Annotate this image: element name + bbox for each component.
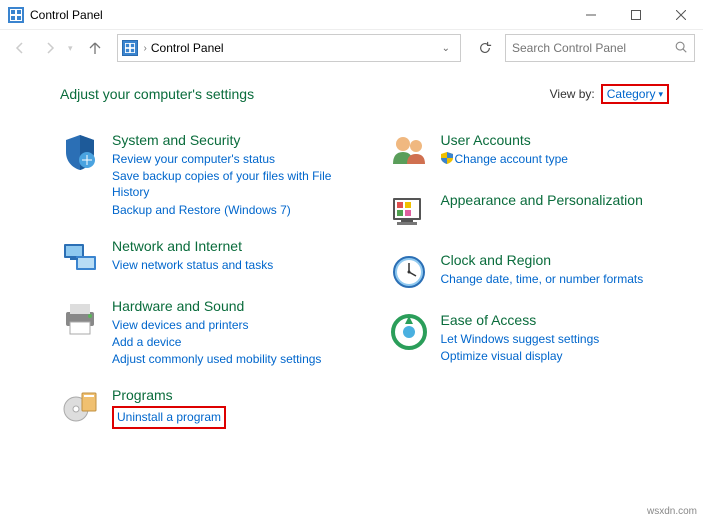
category-title[interactable]: Network and Internet [112, 238, 273, 254]
category-hardware-sound: Hardware and Sound View devices and prin… [60, 298, 353, 368]
category-link[interactable]: Change account type [441, 151, 568, 168]
category-title[interactable]: Appearance and Personalization [441, 192, 643, 208]
category-title[interactable]: Hardware and Sound [112, 298, 321, 314]
category-title[interactable]: Ease of Access [441, 312, 600, 328]
uninstall-highlight: Uninstall a program [112, 406, 226, 428]
content-header: Adjust your computer's settings View by:… [60, 84, 681, 104]
category-link[interactable]: View network status and tasks [112, 257, 273, 273]
category-link[interactable]: Add a device [112, 334, 321, 350]
search-icon[interactable] [674, 40, 688, 57]
clock-icon [389, 252, 429, 292]
close-button[interactable] [658, 0, 703, 30]
up-button[interactable] [83, 36, 107, 60]
category-programs: Programs Uninstall a program [60, 387, 353, 428]
title-bar: Control Panel [0, 0, 703, 30]
category-title[interactable]: Programs [112, 387, 226, 403]
window-title: Control Panel [30, 8, 568, 22]
address-dropdown-icon[interactable]: ⌄ [436, 43, 456, 54]
navigation-bar: ▾ › Control Panel ⌄ [0, 30, 703, 66]
view-by-control: View by: Category ▾ [550, 84, 669, 104]
category-network-internet: Network and Internet View network status… [60, 238, 353, 278]
refresh-button[interactable] [471, 34, 499, 62]
category-link[interactable]: Optimize visual display [441, 348, 600, 364]
category-appearance: Appearance and Personalization [389, 192, 682, 232]
forward-button[interactable] [38, 36, 62, 60]
breadcrumb-item[interactable]: Control Panel [151, 41, 224, 55]
category-clock-region: Clock and Region Change date, time, or n… [389, 252, 682, 292]
content-area: Adjust your computer's settings View by:… [0, 66, 703, 439]
view-by-label: View by: [550, 87, 595, 101]
uac-shield-icon [441, 152, 453, 168]
control-panel-icon [8, 7, 24, 23]
category-user-accounts: User Accounts Change account type [389, 132, 682, 172]
category-link[interactable]: Let Windows suggest settings [441, 331, 600, 347]
maximize-button[interactable] [613, 0, 658, 30]
uninstall-program-link[interactable]: Uninstall a program [117, 410, 221, 424]
appearance-icon [389, 192, 429, 232]
chevron-down-icon: ▾ [658, 89, 663, 100]
category-link[interactable]: Backup and Restore (Windows 7) [112, 202, 353, 218]
view-by-value: Category [607, 87, 656, 101]
minimize-button[interactable] [568, 0, 613, 30]
category-link[interactable]: Save backup copies of your files with Fi… [112, 168, 353, 200]
watermark: wsxdn.com [647, 506, 697, 517]
category-ease-of-access: Ease of Access Let Windows suggest setti… [389, 312, 682, 364]
address-bar[interactable]: › Control Panel ⌄ [117, 34, 461, 62]
category-link[interactable]: Adjust commonly used mobility settings [112, 351, 321, 367]
category-link[interactable]: View devices and printers [112, 317, 321, 333]
category-system-security: System and Security Review your computer… [60, 132, 353, 218]
ease-of-access-icon [389, 312, 429, 352]
page-heading: Adjust your computer's settings [60, 86, 254, 102]
category-title[interactable]: User Accounts [441, 132, 568, 148]
shield-icon [60, 132, 100, 172]
chevron-right-icon[interactable]: › [140, 43, 151, 54]
search-box[interactable] [505, 34, 695, 62]
user-accounts-icon [389, 132, 429, 172]
printer-icon [60, 298, 100, 338]
network-icon [60, 238, 100, 278]
control-panel-icon [122, 40, 138, 56]
right-column: User Accounts Change account type Appear… [389, 132, 682, 429]
category-columns: System and Security Review your computer… [60, 132, 681, 429]
category-title[interactable]: System and Security [112, 132, 353, 148]
view-by-dropdown[interactable]: Category ▾ [607, 87, 663, 101]
recent-dropdown-icon[interactable]: ▾ [68, 43, 73, 54]
programs-icon [60, 387, 100, 427]
category-title[interactable]: Clock and Region [441, 252, 644, 268]
category-link[interactable]: Change date, time, or number formats [441, 271, 644, 287]
back-button[interactable] [8, 36, 32, 60]
search-input[interactable] [512, 41, 674, 55]
category-link[interactable]: Review your computer's status [112, 151, 353, 167]
view-by-highlight: Category ▾ [601, 84, 669, 104]
left-column: System and Security Review your computer… [60, 132, 353, 429]
